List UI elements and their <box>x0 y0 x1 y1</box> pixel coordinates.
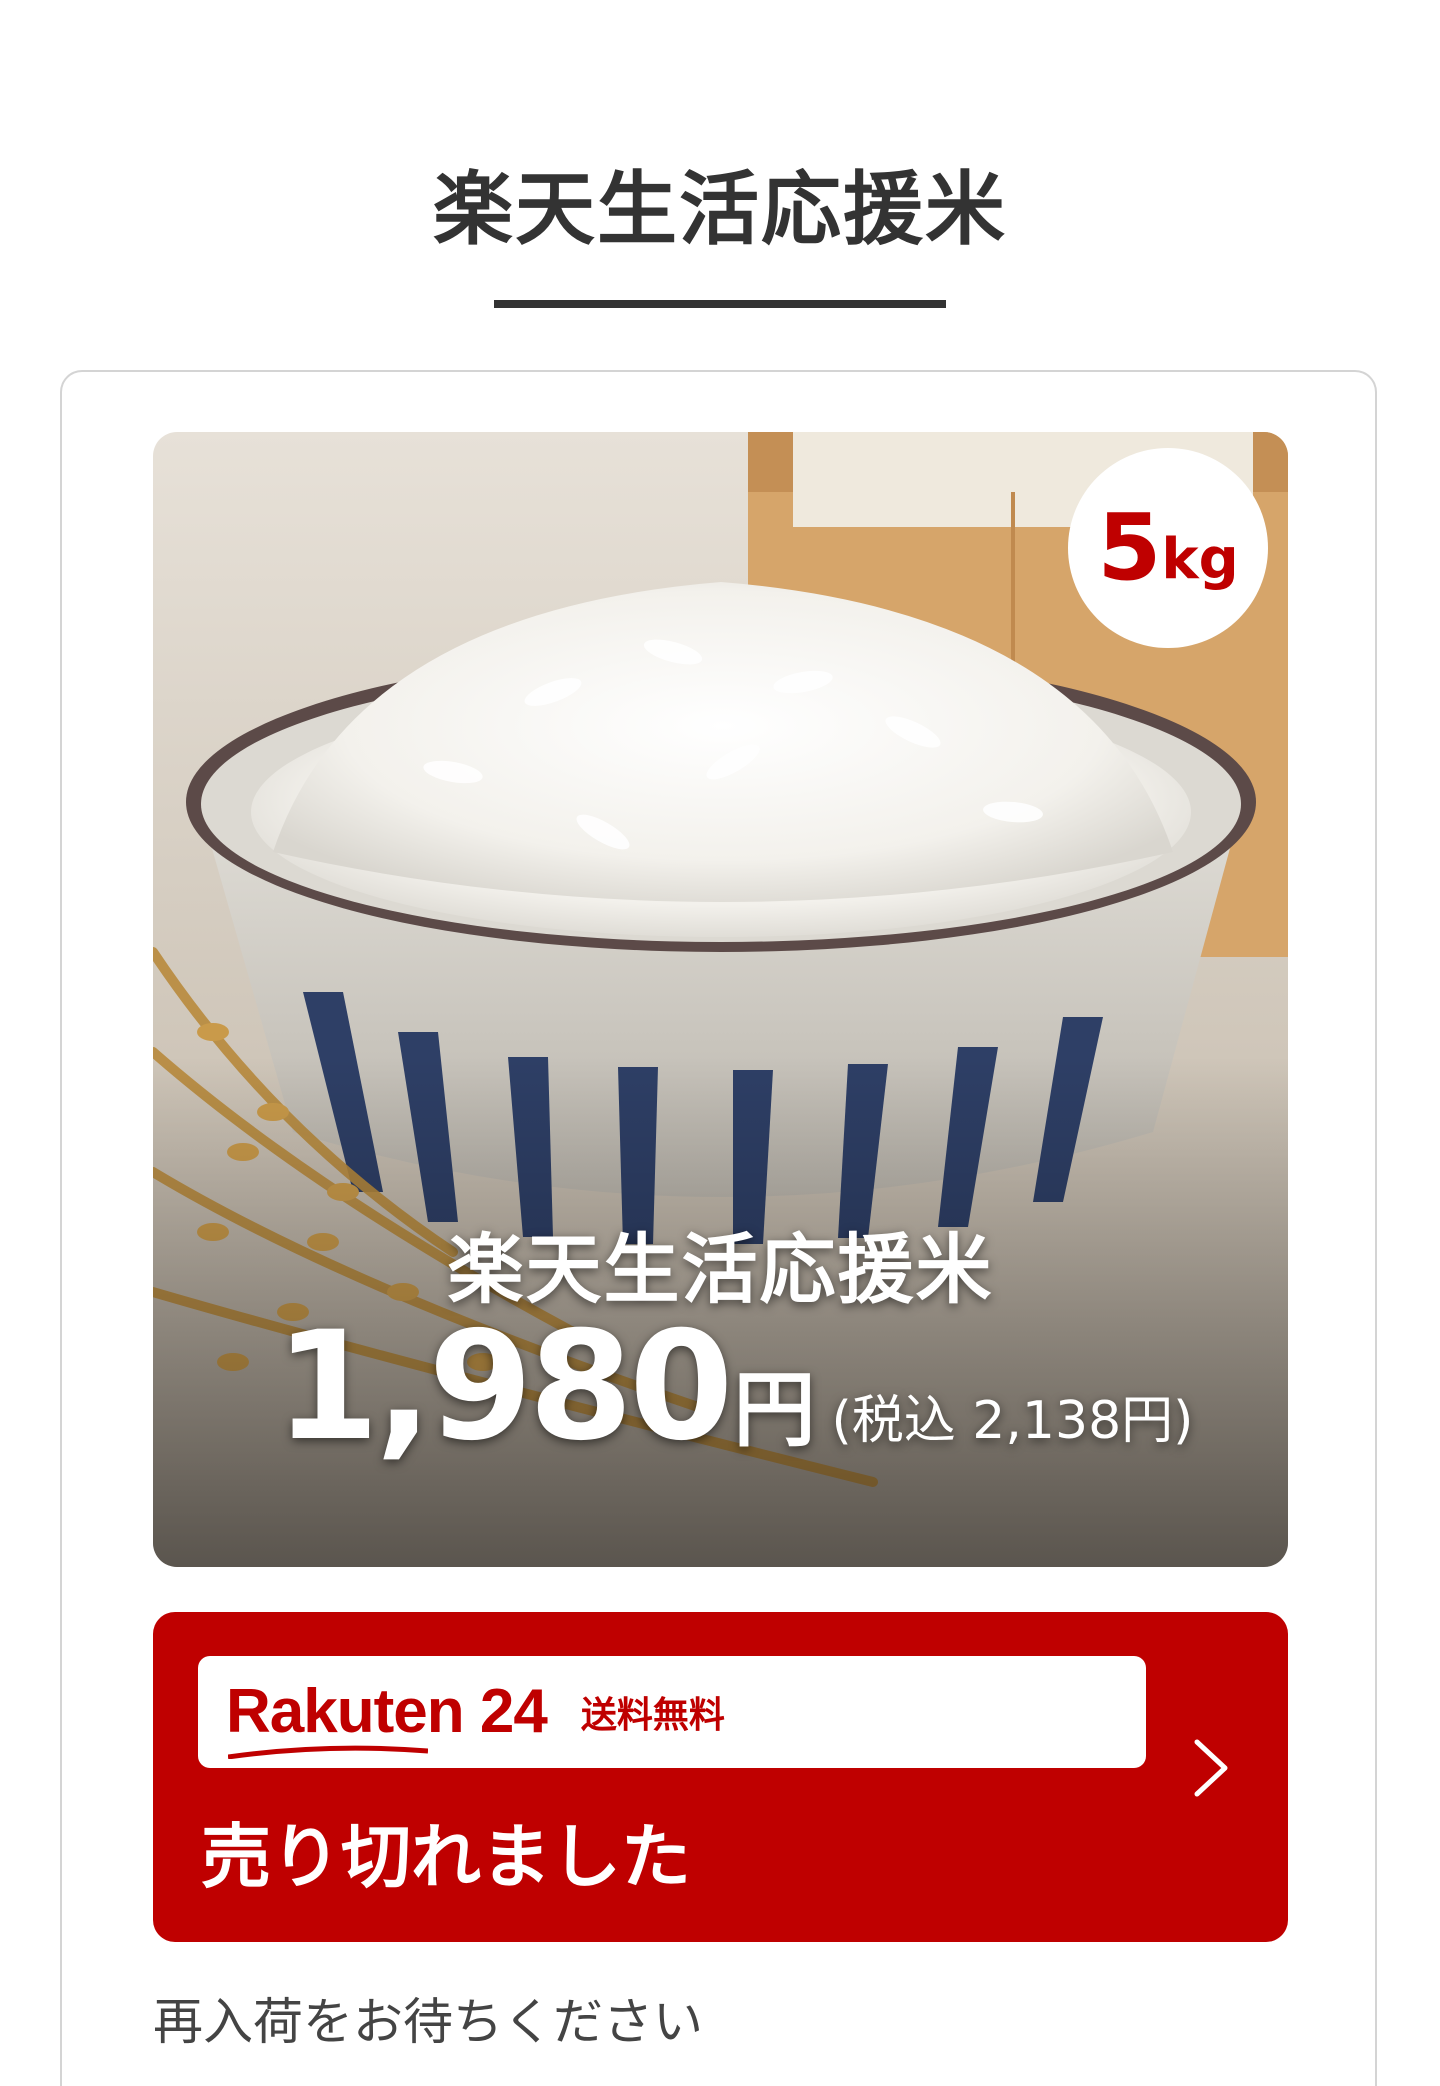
brand-name: Rakuten 24 <box>226 1677 548 1746</box>
brand-pill: Rakuten 24 送料無料 <box>198 1656 1146 1768</box>
sold-out-button[interactable]: Rakuten 24 送料無料 売り切れました <box>153 1612 1288 1942</box>
weight-number: 5 <box>1097 494 1162 601</box>
page: 楽天生活応援米 5 kg 楽天生活応援米 1,980 円 (税込 2,138円)… <box>0 0 1440 2086</box>
restock-note: 再入荷をお待ちください <box>153 1993 703 2051</box>
title-underline <box>494 300 946 308</box>
image-price: 1,980 円 (税込 2,138円) <box>275 1300 1194 1474</box>
price-tax-included: (税込 2,138円) <box>831 1391 1194 1451</box>
sold-out-label: 売り切れました <box>201 1816 691 1898</box>
logo-swoosh <box>228 1745 428 1759</box>
chevron-right-icon <box>1194 1739 1228 1797</box>
price-yen: 円 <box>733 1363 816 1458</box>
price-amount: 1,980 <box>275 1300 733 1474</box>
section-title: 楽天生活応援米 <box>433 163 1007 256</box>
weight-unit: kg <box>1161 527 1239 592</box>
rakuten24-logo: Rakuten 24 <box>226 1681 548 1759</box>
free-shipping-label: 送料無料 <box>580 1695 725 1736</box>
weight-badge: 5 kg <box>1068 448 1268 648</box>
